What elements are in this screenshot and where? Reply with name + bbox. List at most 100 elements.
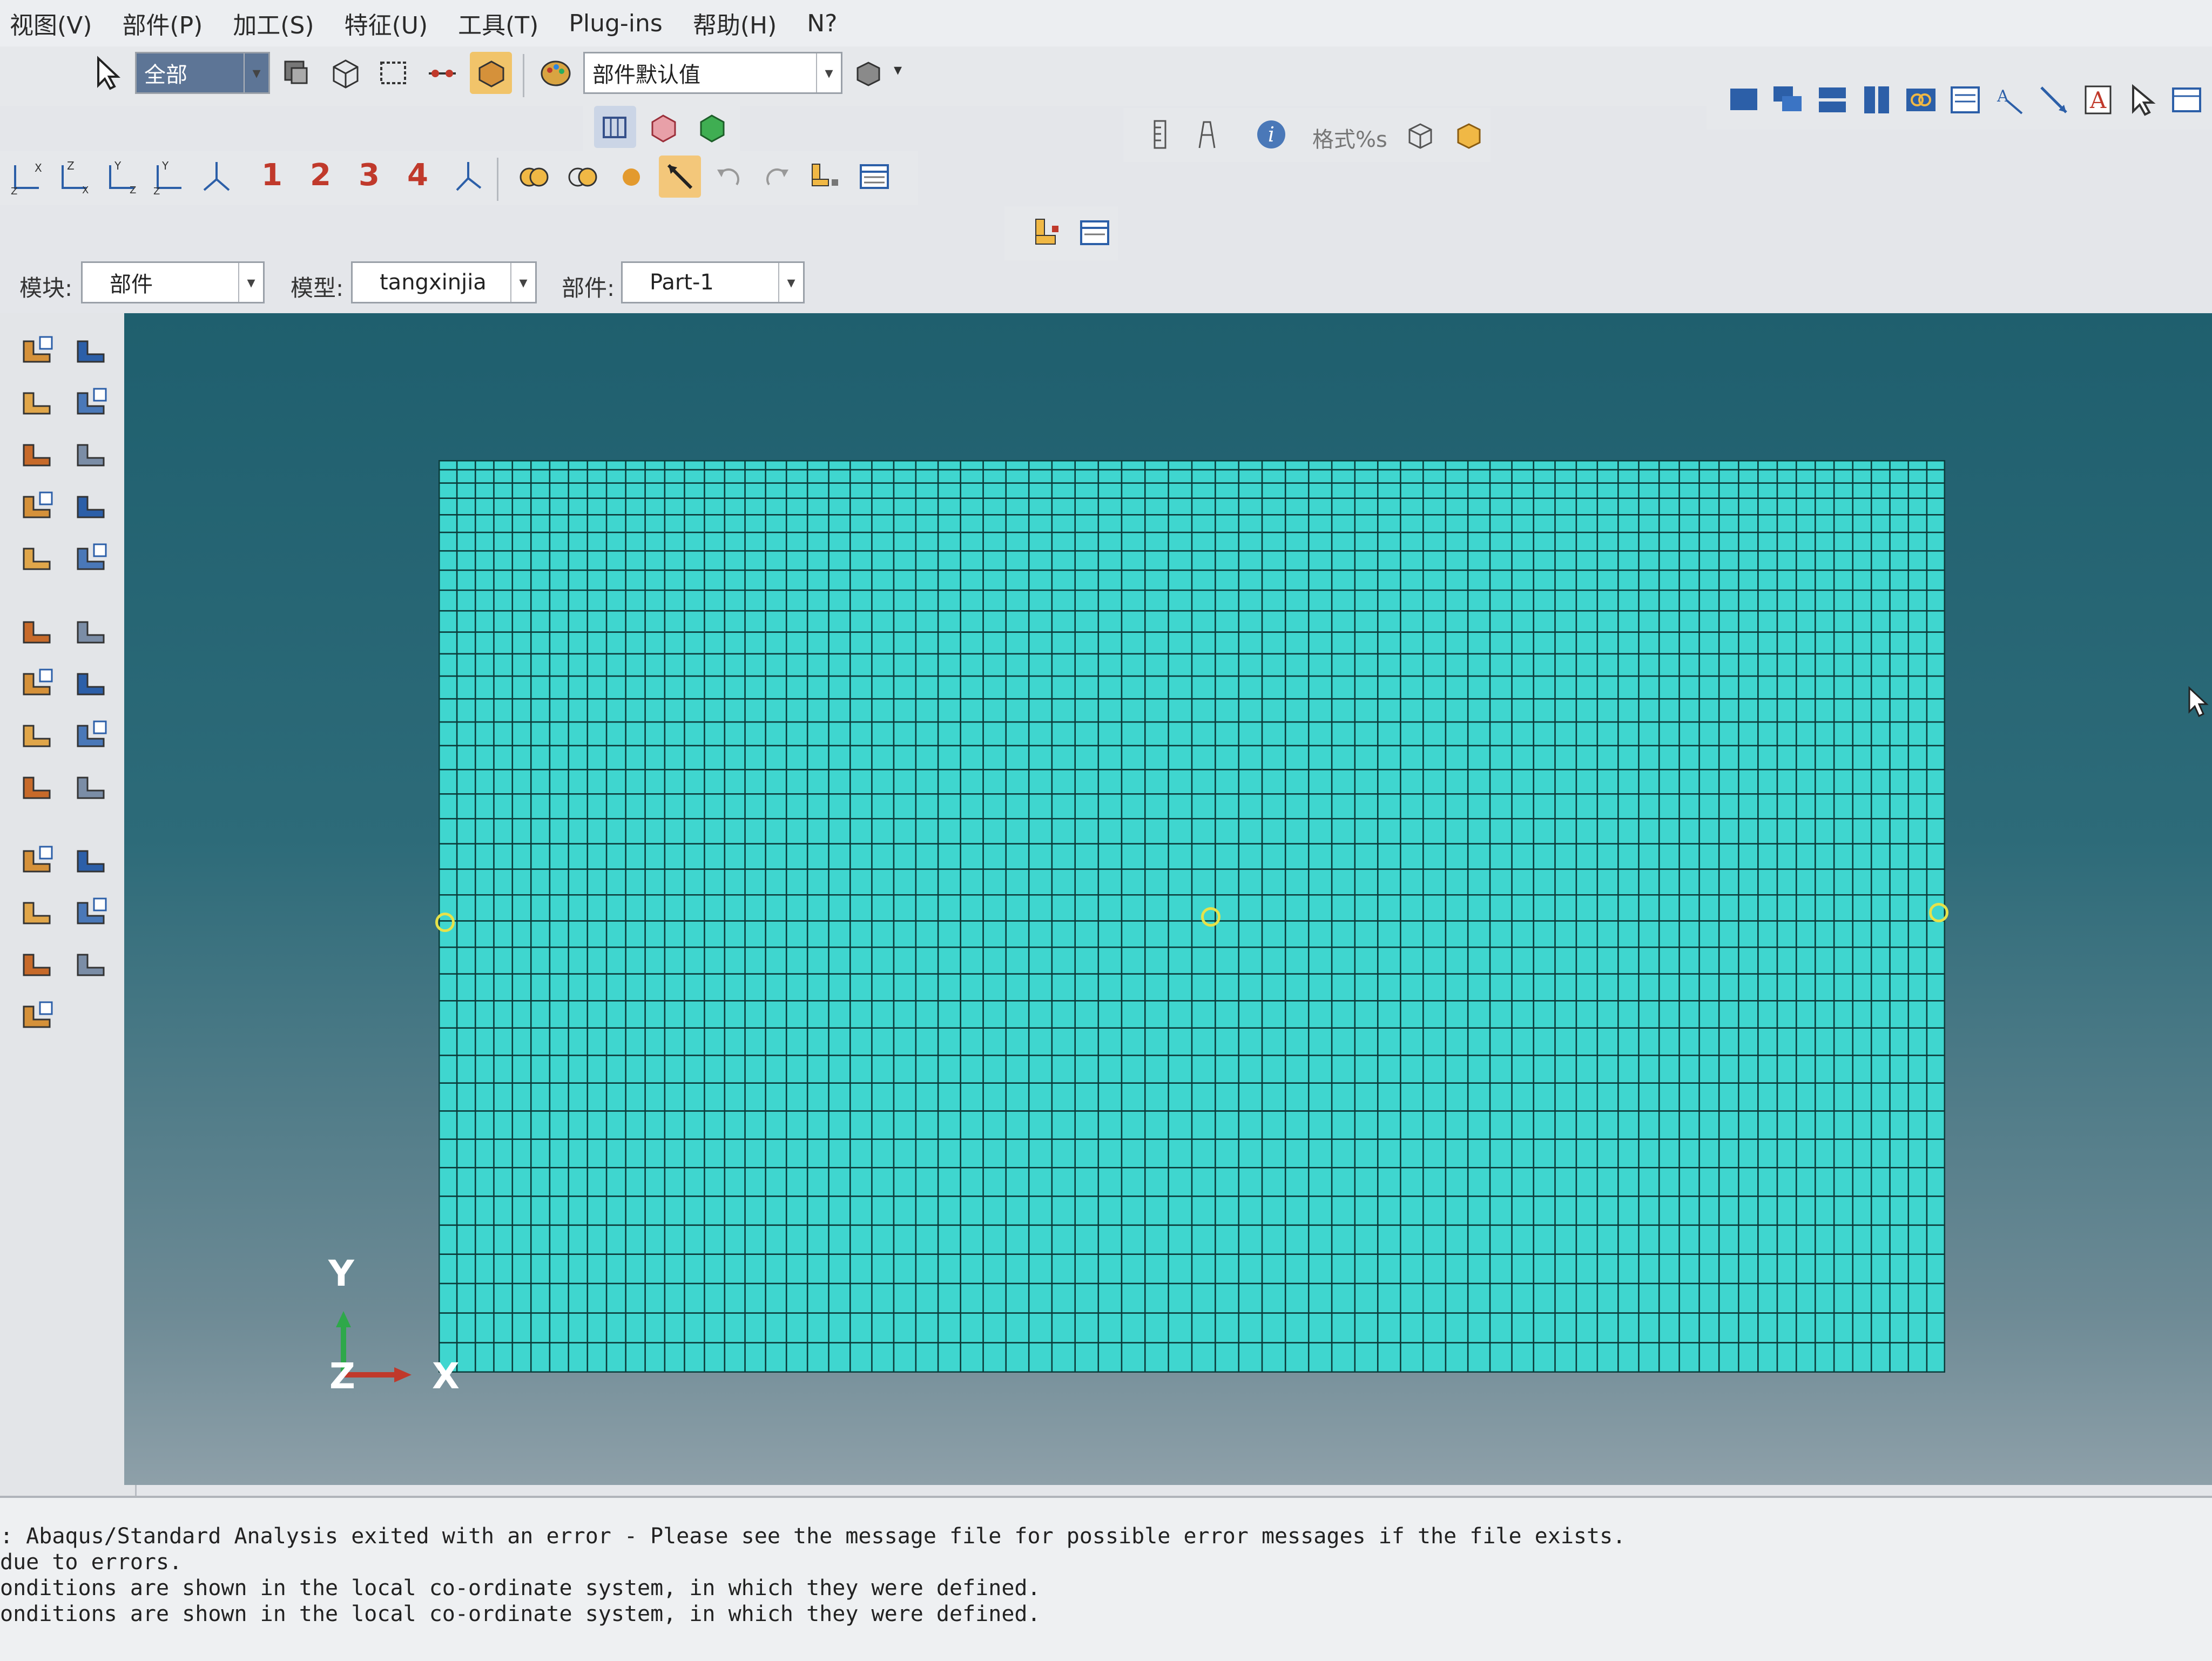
arrow-annotation-icon[interactable] [2033,79,2075,121]
right-view-icon[interactable]: YZ [148,156,190,198]
edit-sketch-icon[interactable] [70,891,113,934]
chevron-down-icon: ▾ [244,53,268,92]
axis-x-label: X [432,1355,460,1397]
svg-text:Y: Y [114,159,122,172]
box-select-icon[interactable] [373,52,415,94]
datum-point-icon[interactable] [70,714,113,757]
left-view-icon[interactable]: YZ [100,156,143,198]
viewport-single-icon[interactable] [1723,79,1765,121]
svg-text:X: X [35,161,42,174]
part-display-icon[interactable] [470,52,512,94]
create-shell-icon[interactable] [16,433,59,476]
user-view-4-button[interactable]: 4 [407,158,428,193]
sphere-icon[interactable] [610,156,652,198]
part-combo[interactable]: Part-1 ▾ [621,261,805,303]
surface-icon[interactable] [16,995,59,1038]
query-icon[interactable] [70,610,113,653]
chevron-down-icon: ▾ [238,263,263,302]
select-layer-icon[interactable] [275,52,318,94]
virtual-topology-icon[interactable] [70,839,113,882]
edit-feature-icon[interactable] [16,714,59,757]
menu-bar: 视图(V) 部件(P) 加工(S) 特征(U) 工具(T) Plug-ins 帮… [0,0,2212,46]
back-view-icon[interactable]: ZX [53,156,95,198]
svg-text:i: i [1268,123,1274,146]
module-combo[interactable]: 部件 ▾ [81,261,265,303]
hidden-line-icon[interactable] [643,106,685,148]
set-icon[interactable] [70,943,113,986]
menu-view[interactable]: 视图(V) [10,6,92,40]
instance-icon[interactable] [805,156,847,198]
iso-view-icon[interactable] [195,156,238,198]
solid-cube-icon[interactable] [1447,113,1489,156]
user-view-1-button[interactable]: 1 [261,158,282,193]
vertex-marker-right[interactable] [1929,903,1948,922]
info-icon[interactable]: i [1250,113,1292,156]
part-manager-icon[interactable] [1074,212,1116,254]
user-view-3-button[interactable]: 3 [359,158,380,193]
cell-partition-icon[interactable] [421,52,463,94]
chamfer-icon[interactable] [16,485,59,528]
redo-icon[interactable] [756,156,798,198]
wire-cube-icon[interactable] [1399,113,1441,156]
create-part-icon[interactable] [16,329,59,373]
select-arrow-icon[interactable] [86,52,129,94]
menu-part[interactable]: 部件(P) [122,6,203,40]
viewport-cascade-icon[interactable] [1767,79,1809,121]
cut-icon[interactable] [659,156,701,198]
boolean-intersect-icon[interactable] [562,156,604,198]
selection-filter-combo[interactable]: 全部 ▾ [135,52,270,94]
tools-icon[interactable] [16,943,59,986]
wireframe-box-icon[interactable] [324,52,366,94]
annotation-select-icon[interactable] [2121,79,2163,121]
user-view-2-button[interactable]: 2 [310,158,331,193]
datum-transform-icon[interactable] [16,839,59,882]
color-code-combo[interactable]: 部件默认值 ▾ [583,52,842,94]
text-annotation-icon[interactable]: A [2077,79,2119,121]
datum-axis-icon[interactable] [16,766,59,809]
mirror-icon[interactable] [70,485,113,528]
ruler-icon[interactable] [1139,113,1182,156]
dropdown-arrow-icon[interactable]: ▾ [894,60,902,79]
part-manager-icon[interactable] [70,329,113,373]
viewport-tile-vertical-icon[interactable] [1856,79,1898,121]
viewport-tile-horizontal-icon[interactable] [1811,79,1853,121]
partition-edge-icon[interactable] [70,537,113,580]
part-create-icon[interactable] [1026,212,1068,254]
color-palette-icon[interactable] [535,52,577,94]
menu-help[interactable]: 帮助(H) [693,6,777,40]
undo-icon[interactable] [707,156,750,198]
csys-view-icon[interactable] [447,156,489,198]
wireframe-render-icon[interactable] [594,106,636,148]
menu-tools[interactable]: 工具(T) [458,6,538,40]
annotation-manager-icon[interactable] [2166,79,2208,121]
revolve-solid-icon[interactable] [70,381,113,424]
partition-face-icon[interactable] [16,537,59,580]
datum-csys-icon[interactable] [70,766,113,809]
extrude-solid-icon[interactable] [16,381,59,424]
measure-icon[interactable] [1185,113,1228,156]
repair-icon[interactable] [70,662,113,705]
menu-feature[interactable]: 特征(U) [345,6,428,40]
context-help-button[interactable]: N? [807,10,837,37]
part-value: Part-1 [650,270,714,295]
menu-shape[interactable]: 加工(S) [233,6,314,40]
link-viewports-icon[interactable] [1900,79,1942,121]
vertex-marker-left[interactable] [435,913,455,932]
vertex-marker-center[interactable] [1201,907,1220,927]
text-arrow-icon[interactable]: A [1988,79,2031,121]
svg-text:A: A [1997,87,2009,106]
boolean-union-icon[interactable] [513,156,555,198]
viewport-annotation-icon[interactable] [1944,79,1986,121]
menu-plugins[interactable]: Plug-ins [569,10,663,37]
datum-plane-icon[interactable] [16,662,59,705]
sketch-edit-icon[interactable] [16,610,59,653]
mesh-plot[interactable] [437,458,1947,1374]
create-wire-icon[interactable] [70,433,113,476]
shaded-render-icon[interactable] [691,106,733,148]
message-area: : Abaqus/Standard Analysis exited with a… [0,1496,2212,1661]
table-manager-icon[interactable] [853,156,895,198]
geometry-edit-icon[interactable] [16,891,59,934]
color-cube-icon[interactable] [847,52,889,94]
model-combo[interactable]: tangxinjia ▾ [351,261,537,303]
front-view-icon[interactable]: XZ [5,156,48,198]
